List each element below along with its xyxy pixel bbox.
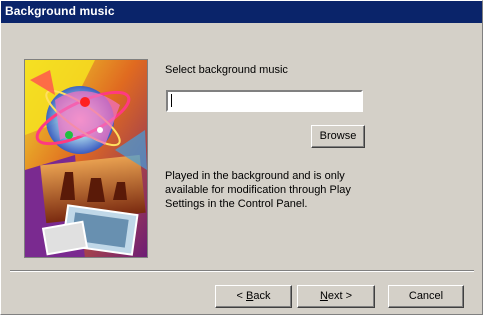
- background-music-input[interactable]: [166, 90, 363, 112]
- back-button[interactable]: < Back: [215, 285, 292, 308]
- browse-button[interactable]: Browse: [311, 125, 365, 148]
- title-bar[interactable]: Background music: [1, 1, 482, 23]
- music-description: Played in the background and is only ava…: [165, 170, 351, 210]
- back-label: ack: [253, 290, 271, 302]
- back-arrow: <: [236, 290, 246, 302]
- cancel-button[interactable]: Cancel: [388, 285, 464, 308]
- next-label: ext >: [327, 290, 353, 302]
- background-music-dialog: Background music Select background music…: [0, 0, 483, 315]
- wizard-illustration: [24, 59, 148, 258]
- next-mnemonic: N: [319, 290, 328, 302]
- next-button[interactable]: Next >: [297, 285, 375, 308]
- text-cursor: [171, 94, 172, 107]
- footer-separator: [10, 270, 474, 272]
- dialog-title: Background music: [5, 4, 115, 18]
- select-music-label: Select background music: [165, 64, 288, 76]
